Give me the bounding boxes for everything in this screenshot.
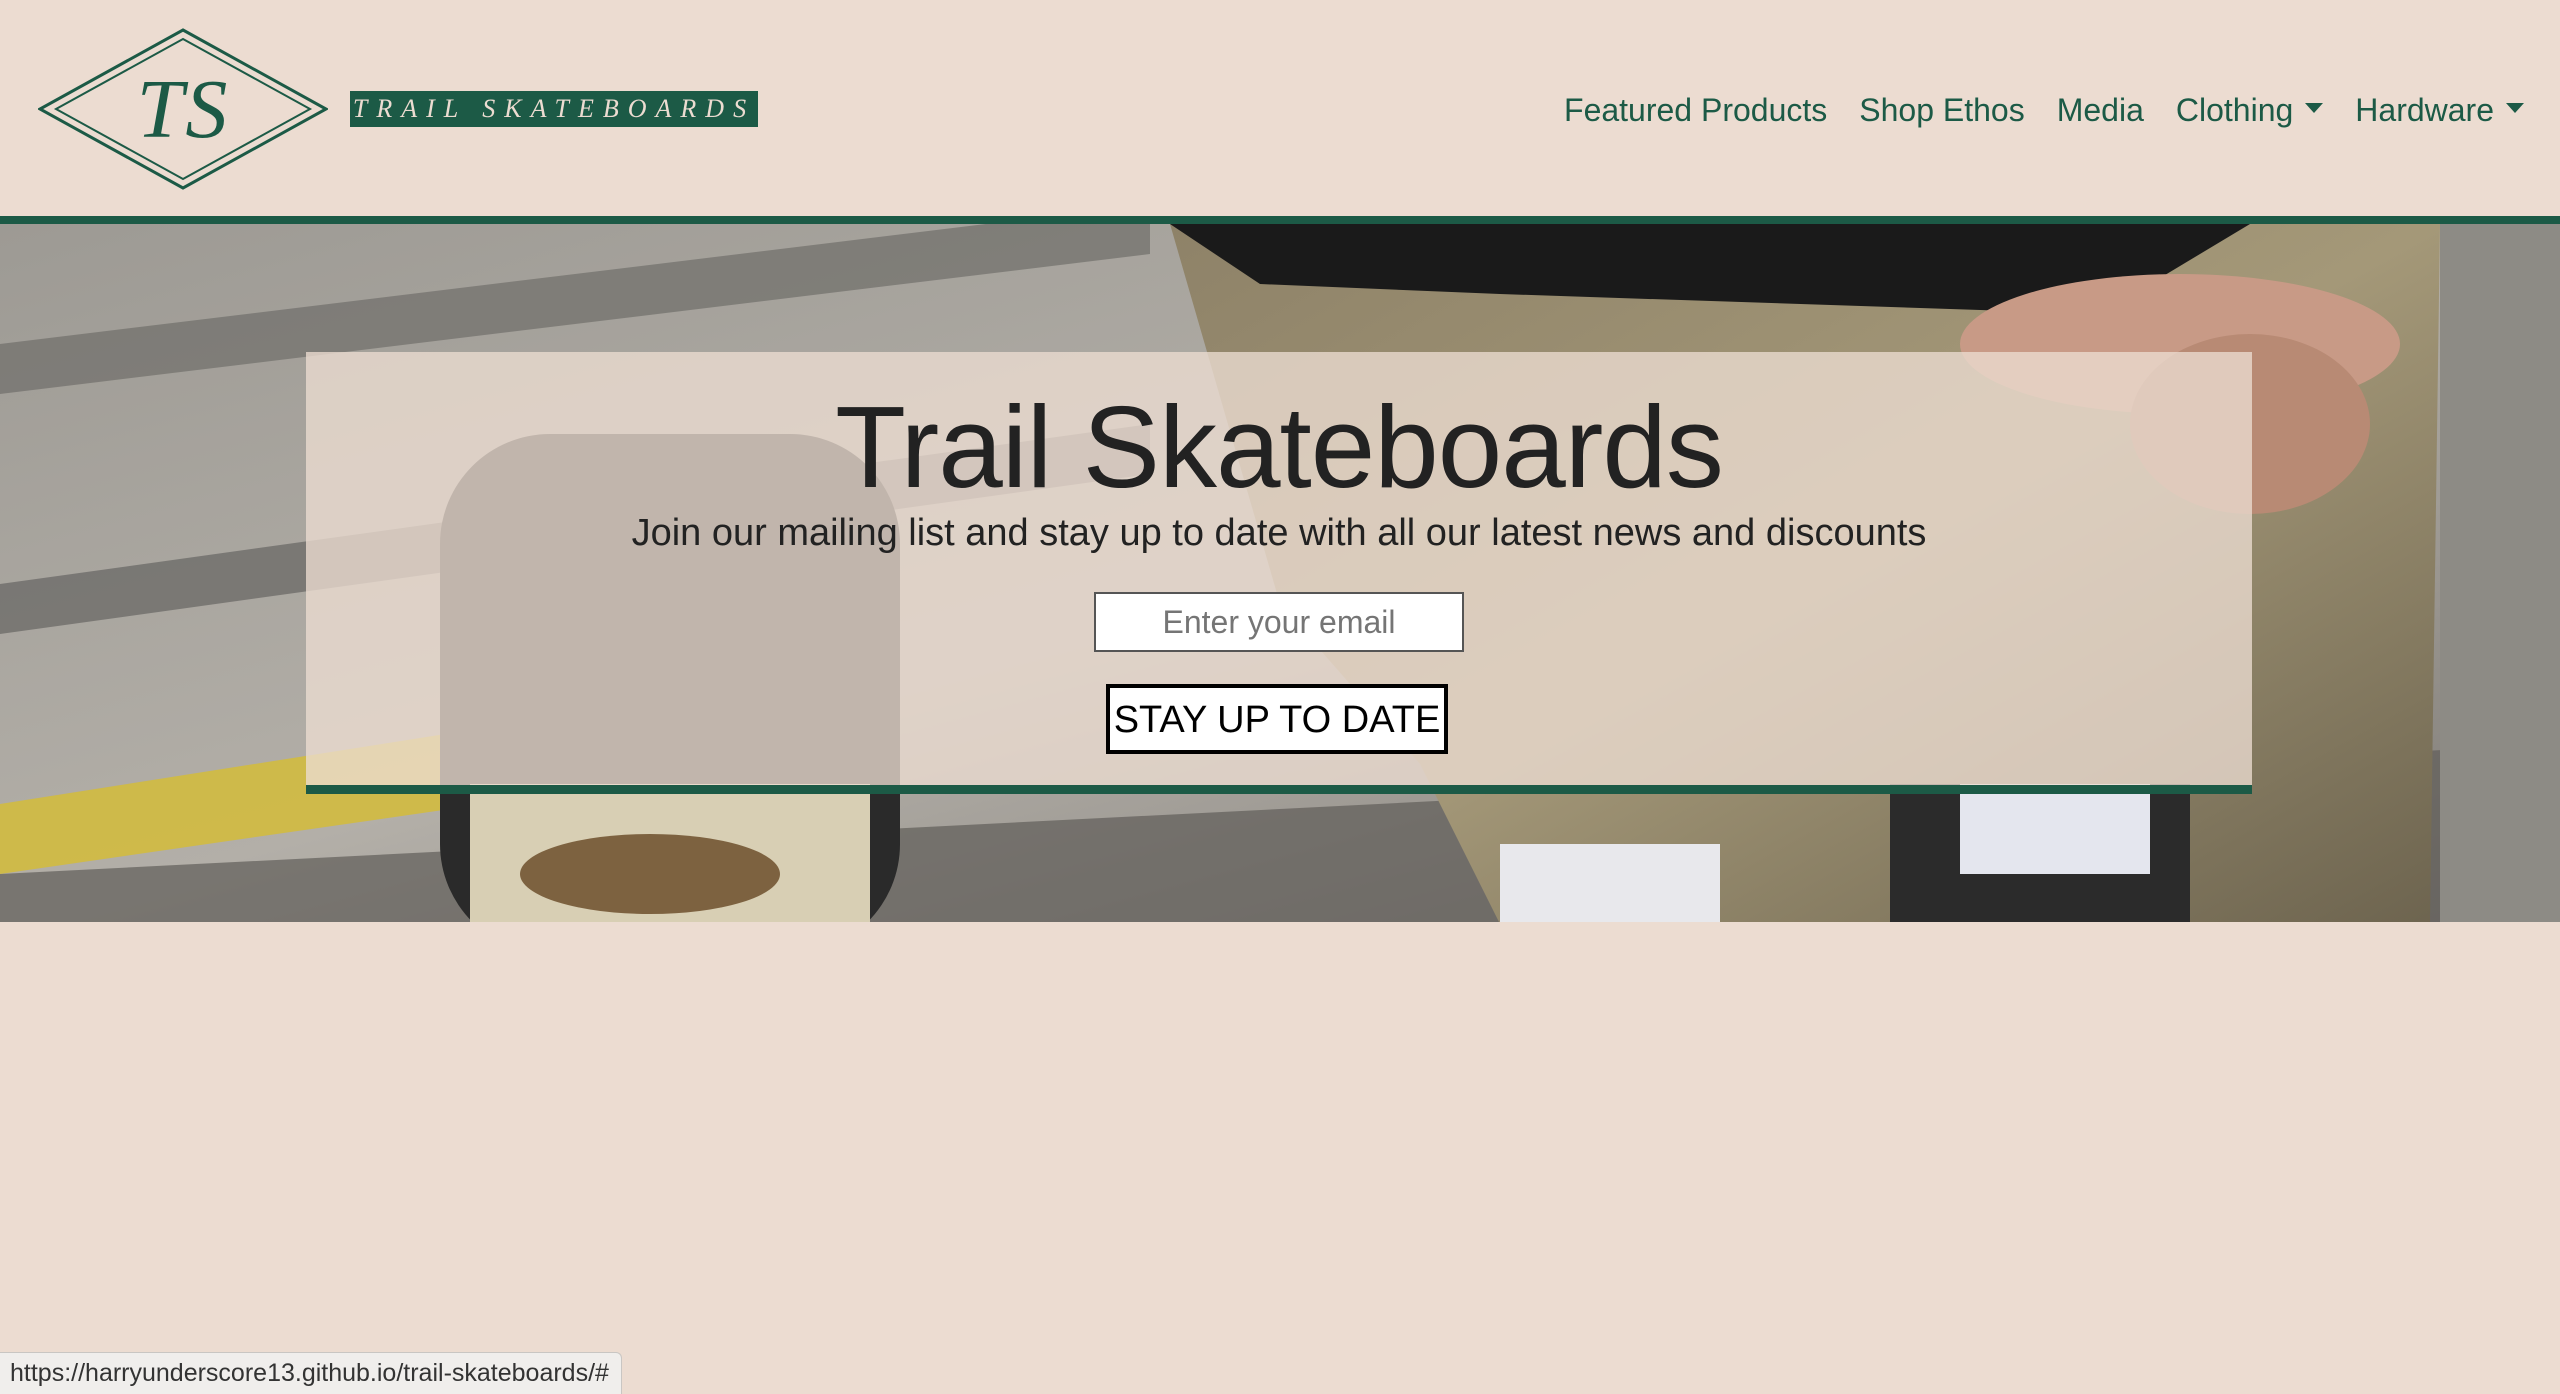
email-input[interactable]: [1094, 592, 1464, 652]
main-nav: Featured Products Shop Ethos Media Cloth…: [1532, 88, 2524, 132]
nav-featured-products-label: Featured Products: [1564, 91, 1828, 128]
stay-up-to-date-button[interactable]: STAY UP TO DATE: [1106, 684, 1448, 754]
nav-shop-ethos[interactable]: Shop Ethos: [1859, 92, 2024, 129]
nav-featured-products[interactable]: Featured Products: [1564, 92, 1827, 129]
brand-logo-link[interactable]: TS TRAIL SKATEBOARDS: [38, 28, 758, 190]
caret-down-icon: [2506, 103, 2524, 113]
status-bar-url: https://harryunderscore13.github.io/trai…: [0, 1352, 622, 1394]
mailing-list-card: Trail Skateboards Join our mailing list …: [306, 352, 2252, 794]
nav-hardware-dropdown[interactable]: Hardware: [2355, 92, 2524, 129]
hero-subtitle: Join our mailing list and stay up to dat…: [631, 512, 1927, 554]
nav-clothing-label: Clothing: [2175, 91, 2294, 128]
caret-down-icon: [2305, 103, 2324, 113]
navbar: TS TRAIL SKATEBOARDS Featured Products S…: [0, 0, 2560, 224]
hero-section: Trail Skateboards Join our mailing list …: [0, 224, 2560, 922]
nav-shop-ethos-label: Shop Ethos: [1859, 91, 2025, 128]
brand-wordmark: TRAIL SKATEBOARDS: [350, 91, 758, 127]
nav-clothing-dropdown[interactable]: Clothing: [2175, 91, 2324, 129]
page: TS TRAIL SKATEBOARDS Featured Products S…: [0, 0, 2560, 1394]
nav-media[interactable]: Media: [2057, 92, 2144, 129]
nav-hardware-label: Hardware: [2355, 91, 2494, 128]
nav-media-label: Media: [2056, 91, 2144, 128]
brand-monogram: TS: [136, 62, 230, 156]
diamond-logo-icon: TS: [38, 28, 328, 190]
hero-title: Trail Skateboards: [835, 382, 1724, 512]
